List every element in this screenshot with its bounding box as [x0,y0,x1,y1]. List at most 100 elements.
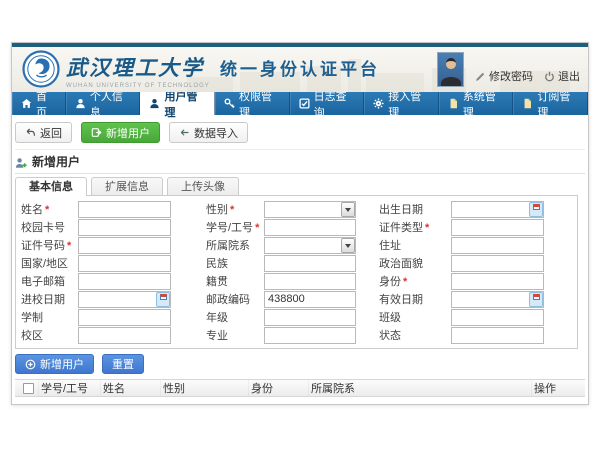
dropdown-arrow-icon[interactable] [341,238,355,253]
field-label: 籍贯 [206,276,228,288]
avatar-shoulders [441,77,461,87]
form-field-country-region: 国家/地区 [21,255,206,272]
required-marker: * [403,276,407,288]
dropdown-arrow-icon[interactable] [341,202,355,217]
calendar-icon[interactable] [529,292,543,307]
form-field-identity: 身份* [379,273,577,290]
field-label: 性别 [206,204,228,216]
native-place-input[interactable] [264,273,356,290]
tab-basic-info[interactable]: 基本信息 [15,177,87,196]
select-all-checkbox[interactable] [23,383,34,394]
form-field-ethnicity: 民族 [206,255,379,272]
header-cell-gender: 性别 [161,380,249,396]
section-title: 新增用户 [15,156,585,169]
form-field-name: 姓名* [21,201,206,218]
required-marker: * [45,204,49,216]
identity-input[interactable] [451,273,544,290]
nav-label: 权限管理 [239,88,280,120]
tab-upload-avatar[interactable]: 上传头像 [167,177,239,195]
change-password-label: 修改密码 [489,68,533,84]
back-button[interactable]: 返回 [15,122,72,143]
app-header: 武汉理工大学 统一身份认证平台 WUHAN UNIVERSITY OF TECH… [12,47,588,92]
header-cell-name: 姓名 [101,380,161,396]
field-label: 证件类型 [379,222,423,234]
name-input[interactable] [78,201,171,218]
field-label: 所属院系 [206,240,250,252]
form-tabs: 基本信息 扩展信息 上传头像 [15,177,585,195]
major-input[interactable] [264,327,356,344]
form-field-id-number: 证件号码* [21,237,206,254]
student-id-input[interactable] [264,219,356,236]
nav-item-subscription-management[interactable]: 订阅管理 [513,92,588,115]
study-length-input[interactable] [78,309,171,326]
basic-info-form: 姓名* 性别* 出生日期 校园卡号 学号/工号* [15,195,578,349]
avatar[interactable] [437,52,464,87]
nav-item-personal-info[interactable]: 个人信息 [66,92,141,115]
field-label: 学制 [21,312,43,324]
ethnicity-input[interactable] [264,255,356,272]
nav-label: 首页 [36,88,56,120]
header-user-area: 修改密码 退出 [437,52,580,87]
email-input[interactable] [78,273,171,290]
change-password-link[interactable]: 修改密码 [475,68,533,84]
status-input[interactable] [451,327,544,344]
class-input[interactable] [451,309,544,326]
logout-link[interactable]: 退出 [544,68,580,84]
home-icon [21,98,32,109]
political-status-input[interactable] [451,255,544,272]
form-field-campus-card: 校园卡号 [21,219,206,236]
form-field-political-status: 政治面貌 [379,255,577,272]
reset-button[interactable]: 重置 [102,354,144,374]
nav-label: 系统管理 [463,88,504,120]
header-cell-student-id: 学号/工号 [39,380,101,396]
field-label: 出生日期 [379,204,423,216]
nav-item-home[interactable]: 首页 [12,92,66,115]
campus-input[interactable] [78,327,171,344]
header-cell-actions: 操作 [532,380,585,396]
required-marker: * [230,204,234,216]
nav-item-system-management[interactable]: 系统管理 [439,92,514,115]
header-cell [15,380,39,396]
divider [15,173,585,174]
submit-add-user-button[interactable]: 新增用户 [15,354,94,374]
country-region-input[interactable] [78,255,171,272]
form-field-class: 班级 [379,309,577,326]
nav-item-user-management[interactable]: 用户管理 [140,92,215,115]
nav-item-permission-management[interactable]: 权限管理 [215,92,290,115]
nav-item-access-management[interactable]: 接入管理 [364,92,439,115]
grade-input[interactable] [264,309,356,326]
add-user-toolbar-button[interactable]: 新增用户 [81,122,160,143]
id-type-input[interactable] [451,219,544,236]
field-label: 专业 [206,330,228,342]
plus-circle-icon [25,359,36,370]
header-cell-department: 所属院系 [309,380,532,396]
user-plus-icon [15,157,27,169]
nav-item-log-query[interactable]: 日志查询 [290,92,365,115]
calendar-icon[interactable] [156,292,170,307]
campus-card-input[interactable] [78,219,171,236]
form-field-major: 专业 [206,327,379,344]
required-marker: * [425,222,429,234]
form-field-gender: 性别* [206,201,379,218]
address-input[interactable] [451,237,544,254]
key-icon [224,98,235,109]
data-import-button[interactable]: 数据导入 [169,122,248,143]
form-field-birth-date: 出生日期 [379,201,577,218]
form-field-entry-date: 进校日期 [21,291,206,308]
field-label: 有效日期 [379,294,423,306]
field-label: 电子邮箱 [21,276,65,288]
postal-code-input[interactable] [264,291,356,308]
field-label: 政治面貌 [379,258,423,270]
field-label: 民族 [206,258,228,270]
avatar-face [446,58,456,69]
header-title-block: 武汉理工大学 统一身份认证平台 WUHAN UNIVERSITY OF TECH… [66,52,380,89]
form-field-id-type: 证件类型* [379,219,577,236]
tab-extended-info[interactable]: 扩展信息 [91,177,163,195]
field-label: 校区 [21,330,43,342]
pencil-icon [475,71,486,82]
id-number-input[interactable] [78,237,171,254]
calendar-icon[interactable] [529,202,543,217]
reset-button-label: 重置 [112,356,134,372]
content-area: 返回 新增用户 数据导入 [12,115,588,405]
university-name: 武汉理工大学 [66,52,204,82]
